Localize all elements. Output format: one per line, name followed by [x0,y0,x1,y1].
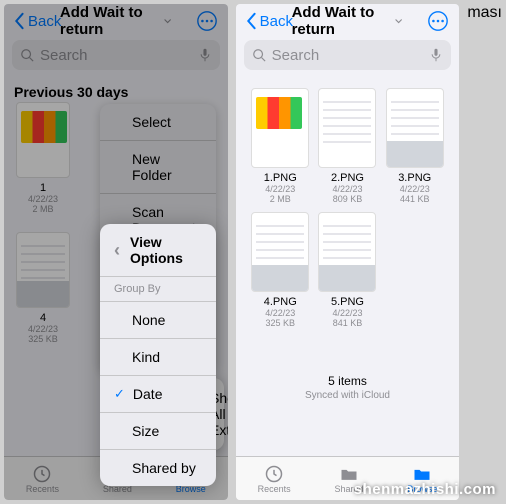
search-icon [252,48,266,62]
ellipsis-circle-icon [196,10,218,32]
file-item[interactable]: 4 4/22/23 325 KB [12,232,74,344]
folder-footer: 5 items Synced with iCloud [244,374,452,401]
menu-new-folder[interactable]: New Folder [100,141,216,194]
file-item[interactable]: 2.PNG4/22/23809 KB [317,88,378,204]
sheet-title[interactable]: View Options [100,224,216,277]
search-placeholder: Search [272,47,320,64]
mic-icon[interactable] [198,48,212,62]
page-title[interactable]: Add Wait to return [60,4,172,38]
menu-select[interactable]: Select [100,104,216,141]
file-item[interactable]: 4.PNG4/22/23325 KB [250,212,311,328]
group-by-label: Group By [100,277,216,302]
item-count: 5 items [244,374,452,388]
group-shared-by[interactable]: Shared by [100,450,216,486]
file-thumbnail [318,212,376,292]
clock-icon [31,464,53,484]
clock-icon [263,464,285,484]
file-thumbnail [251,212,309,292]
file-item[interactable]: 5.PNG4/22/23841 KB [317,212,378,328]
nav-header: Back Add Wait to return [236,4,460,38]
group-none[interactable]: None [100,302,216,339]
ellipsis-circle-icon [427,10,449,32]
more-button[interactable] [425,8,451,34]
chevron-down-icon [163,15,172,27]
chevron-down-icon [394,15,403,27]
section-header: Previous 30 days [14,84,220,100]
view-options-sheet: View Options Group By None Kind Date Siz… [100,224,216,486]
file-thumbnail [16,102,70,178]
tab-recents[interactable]: Recents [26,464,59,494]
search-placeholder: Search [40,47,88,64]
back-button[interactable]: Back [12,12,61,30]
left-phone-screen: Back Add Wait to return Search Previous … [4,4,228,500]
file-thumbnail [16,232,70,308]
search-input[interactable]: Search [12,40,220,70]
file-item[interactable]: 1.PNG4/22/232 MB [250,88,311,204]
page-title[interactable]: Add Wait to return [292,4,404,38]
file-thumbnail [251,88,309,168]
search-input[interactable]: Search [244,40,452,70]
file-grid: 1.PNG4/22/232 MB 2.PNG4/22/23809 KB 3.PN… [244,82,452,334]
tab-recents[interactable]: Recents [258,464,291,494]
back-button[interactable]: Back [244,12,293,30]
watermark: shenmazhishi.com [354,481,496,498]
search-icon [20,48,34,62]
back-label: Back [260,13,293,30]
file-thumbnail [318,88,376,168]
more-button[interactable] [194,8,220,34]
file-item[interactable]: 3.PNG4/22/23441 KB [384,88,445,204]
file-item[interactable]: 1 4/22/23 2 MB [12,102,74,214]
group-kind[interactable]: Kind [100,339,216,376]
sync-status: Synced with iCloud [244,390,452,401]
file-thumbnail [386,88,444,168]
group-date[interactable]: Date [100,376,216,413]
right-phone-screen: Back Add Wait to return Search 1.PNG4/22… [236,4,460,500]
group-size[interactable]: Size [100,413,216,450]
back-label: Back [28,13,61,30]
nav-header: Back Add Wait to return [4,4,228,38]
mic-icon[interactable] [429,48,443,62]
